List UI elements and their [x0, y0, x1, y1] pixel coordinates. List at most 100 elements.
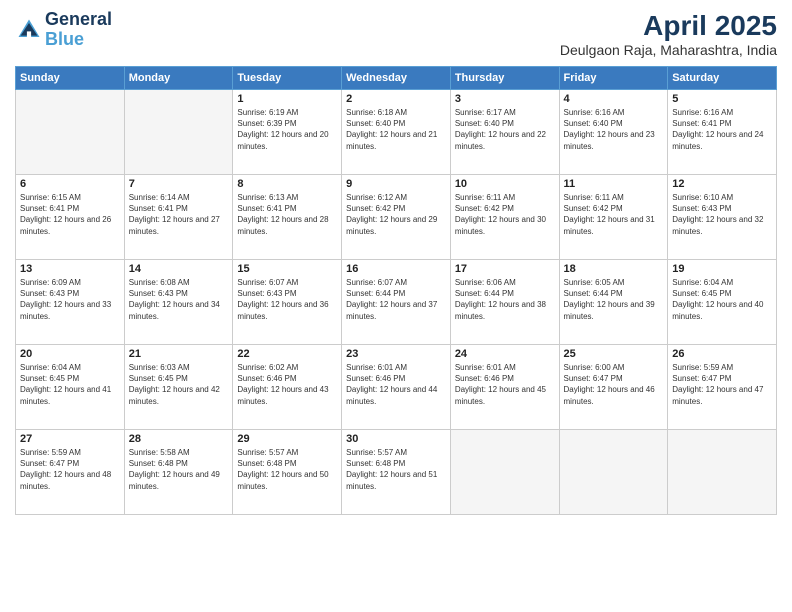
calendar-cell: 1 Sunrise: 6:19 AMSunset: 6:39 PMDaylight…	[233, 90, 342, 175]
cell-info: Sunrise: 6:12 AMSunset: 6:42 PMDaylight:…	[346, 192, 446, 237]
calendar-week-row: 1 Sunrise: 6:19 AMSunset: 6:39 PMDaylight…	[16, 90, 777, 175]
calendar-cell: 9 Sunrise: 6:12 AMSunset: 6:42 PMDaylight…	[342, 175, 451, 260]
calendar-cell: 22Sunrise: 6:02 AMSunset: 6:46 PMDayligh…	[233, 345, 342, 430]
calendar-cell	[124, 90, 233, 175]
weekday-header: Saturday	[668, 67, 777, 90]
month-title: April 2025	[560, 10, 777, 42]
day-number: 24	[455, 348, 555, 360]
calendar-cell: 24 Sunrise: 6:01 AMSunset: 6:46 PMDayligh…	[450, 345, 559, 430]
calendar-cell	[450, 430, 559, 515]
calendar-cell: 4 Sunrise: 6:16 AMSunset: 6:40 PMDaylight…	[559, 90, 668, 175]
calendar-cell: 10 Sunrise: 6:11 AMSunset: 6:42 PMDayligh…	[450, 175, 559, 260]
calendar-table: SundayMondayTuesdayWednesdayThursdayFrid…	[15, 66, 777, 515]
cell-info: Sunrise: 6:18 AMSunset: 6:40 PMDaylight:…	[346, 107, 446, 152]
calendar-cell: 7 Sunrise: 6:14 AMSunset: 6:41 PMDaylight…	[124, 175, 233, 260]
cell-info: Sunrise: 6:03 AMSunset: 6:45 PMDaylight:…	[129, 362, 229, 407]
cell-info: Sunrise: 6:19 AMSunset: 6:39 PMDaylight:…	[237, 107, 337, 152]
cell-info: Sunrise: 6:16 AMSunset: 6:40 PMDaylight:…	[564, 107, 664, 152]
day-number: 15	[237, 263, 337, 275]
calendar-cell: 14Sunrise: 6:08 AMSunset: 6:43 PMDayligh…	[124, 260, 233, 345]
day-number: 19	[672, 263, 772, 275]
cell-info: Sunrise: 6:14 AMSunset: 6:41 PMDaylight:…	[129, 192, 229, 237]
cell-info: Sunrise: 6:13 AMSunset: 6:41 PMDaylight:…	[237, 192, 337, 237]
calendar-cell	[668, 430, 777, 515]
calendar-cell: 19 Sunrise: 6:04 AMSunset: 6:45 PMDayligh…	[668, 260, 777, 345]
calendar-cell: 20Sunrise: 6:04 AMSunset: 6:45 PMDayligh…	[16, 345, 125, 430]
calendar-cell: 8Sunrise: 6:13 AMSunset: 6:41 PMDaylight…	[233, 175, 342, 260]
logo-text: General Blue	[45, 10, 112, 50]
calendar-cell: 2 Sunrise: 6:18 AMSunset: 6:40 PMDaylight…	[342, 90, 451, 175]
day-number: 23	[346, 348, 446, 360]
calendar-cell: 23Sunrise: 6:01 AMSunset: 6:46 PMDayligh…	[342, 345, 451, 430]
cell-info: Sunrise: 6:17 AMSunset: 6:40 PMDaylight:…	[455, 107, 555, 152]
cell-info: Sunrise: 6:01 AMSunset: 6:46 PMDaylight:…	[455, 362, 555, 407]
calendar-cell: 27 Sunrise: 5:59 AMSunset: 6:47 PMDayligh…	[16, 430, 125, 515]
calendar-cell: 18 Sunrise: 6:05 AMSunset: 6:44 PMDayligh…	[559, 260, 668, 345]
day-number: 29	[237, 433, 337, 445]
header: General Blue April 2025 Deulgaon Raja, M…	[15, 10, 777, 58]
day-number: 12	[672, 178, 772, 190]
day-number: 9	[346, 178, 446, 190]
calendar-cell: 30 Sunrise: 5:57 AMSunset: 6:48 PMDayligh…	[342, 430, 451, 515]
calendar-cell: 17Sunrise: 6:06 AMSunset: 6:44 PMDayligh…	[450, 260, 559, 345]
day-number: 7	[129, 178, 229, 190]
day-number: 3	[455, 93, 555, 105]
calendar-week-row: 27 Sunrise: 5:59 AMSunset: 6:47 PMDayligh…	[16, 430, 777, 515]
calendar-cell: 11Sunrise: 6:11 AMSunset: 6:42 PMDayligh…	[559, 175, 668, 260]
day-number: 2	[346, 93, 446, 105]
calendar-cell	[559, 430, 668, 515]
calendar-cell: 6 Sunrise: 6:15 AMSunset: 6:41 PMDaylight…	[16, 175, 125, 260]
day-number: 4	[564, 93, 664, 105]
cell-info: Sunrise: 6:11 AMSunset: 6:42 PMDaylight:…	[455, 192, 555, 237]
day-number: 18	[564, 263, 664, 275]
weekday-header: Thursday	[450, 67, 559, 90]
cell-info: Sunrise: 5:58 AMSunset: 6:48 PMDaylight:…	[129, 447, 229, 492]
cell-info: Sunrise: 6:08 AMSunset: 6:43 PMDaylight:…	[129, 277, 229, 322]
page: General Blue April 2025 Deulgaon Raja, M…	[0, 0, 792, 612]
day-number: 30	[346, 433, 446, 445]
cell-info: Sunrise: 6:10 AMSunset: 6:43 PMDaylight:…	[672, 192, 772, 237]
day-number: 16	[346, 263, 446, 275]
calendar-cell: 21 Sunrise: 6:03 AMSunset: 6:45 PMDayligh…	[124, 345, 233, 430]
location-title: Deulgaon Raja, Maharashtra, India	[560, 42, 777, 58]
day-number: 13	[20, 263, 120, 275]
weekday-header: Monday	[124, 67, 233, 90]
weekday-header: Wednesday	[342, 67, 451, 90]
cell-info: Sunrise: 6:09 AMSunset: 6:43 PMDaylight:…	[20, 277, 120, 322]
weekday-header-row: SundayMondayTuesdayWednesdayThursdayFrid…	[16, 67, 777, 90]
logo: General Blue	[15, 10, 112, 50]
day-number: 25	[564, 348, 664, 360]
cell-info: Sunrise: 6:04 AMSunset: 6:45 PMDaylight:…	[20, 362, 120, 407]
cell-info: Sunrise: 6:00 AMSunset: 6:47 PMDaylight:…	[564, 362, 664, 407]
calendar-cell: 5 Sunrise: 6:16 AMSunset: 6:41 PMDaylight…	[668, 90, 777, 175]
cell-info: Sunrise: 6:02 AMSunset: 6:46 PMDaylight:…	[237, 362, 337, 407]
day-number: 21	[129, 348, 229, 360]
day-number: 17	[455, 263, 555, 275]
cell-info: Sunrise: 6:11 AMSunset: 6:42 PMDaylight:…	[564, 192, 664, 237]
logo-line2: Blue	[45, 29, 84, 49]
cell-info: Sunrise: 6:05 AMSunset: 6:44 PMDaylight:…	[564, 277, 664, 322]
cell-info: Sunrise: 6:04 AMSunset: 6:45 PMDaylight:…	[672, 277, 772, 322]
cell-info: Sunrise: 6:16 AMSunset: 6:41 PMDaylight:…	[672, 107, 772, 152]
calendar-cell: 29 Sunrise: 5:57 AMSunset: 6:48 PMDayligh…	[233, 430, 342, 515]
day-number: 6	[20, 178, 120, 190]
cell-info: Sunrise: 5:57 AMSunset: 6:48 PMDaylight:…	[237, 447, 337, 492]
calendar-cell	[16, 90, 125, 175]
calendar-cell: 26Sunrise: 5:59 AMSunset: 6:47 PMDayligh…	[668, 345, 777, 430]
logo-icon	[15, 16, 43, 44]
day-number: 26	[672, 348, 772, 360]
day-number: 10	[455, 178, 555, 190]
day-number: 27	[20, 433, 120, 445]
weekday-header: Friday	[559, 67, 668, 90]
calendar-cell: 13 Sunrise: 6:09 AMSunset: 6:43 PMDayligh…	[16, 260, 125, 345]
cell-info: Sunrise: 5:57 AMSunset: 6:48 PMDaylight:…	[346, 447, 446, 492]
calendar-week-row: 13 Sunrise: 6:09 AMSunset: 6:43 PMDayligh…	[16, 260, 777, 345]
day-number: 5	[672, 93, 772, 105]
cell-info: Sunrise: 5:59 AMSunset: 6:47 PMDaylight:…	[20, 447, 120, 492]
day-number: 28	[129, 433, 229, 445]
cell-info: Sunrise: 6:07 AMSunset: 6:44 PMDaylight:…	[346, 277, 446, 322]
cell-info: Sunrise: 6:15 AMSunset: 6:41 PMDaylight:…	[20, 192, 120, 237]
calendar-cell: 25 Sunrise: 6:00 AMSunset: 6:47 PMDayligh…	[559, 345, 668, 430]
day-number: 1	[237, 93, 337, 105]
calendar-cell: 28 Sunrise: 5:58 AMSunset: 6:48 PMDayligh…	[124, 430, 233, 515]
